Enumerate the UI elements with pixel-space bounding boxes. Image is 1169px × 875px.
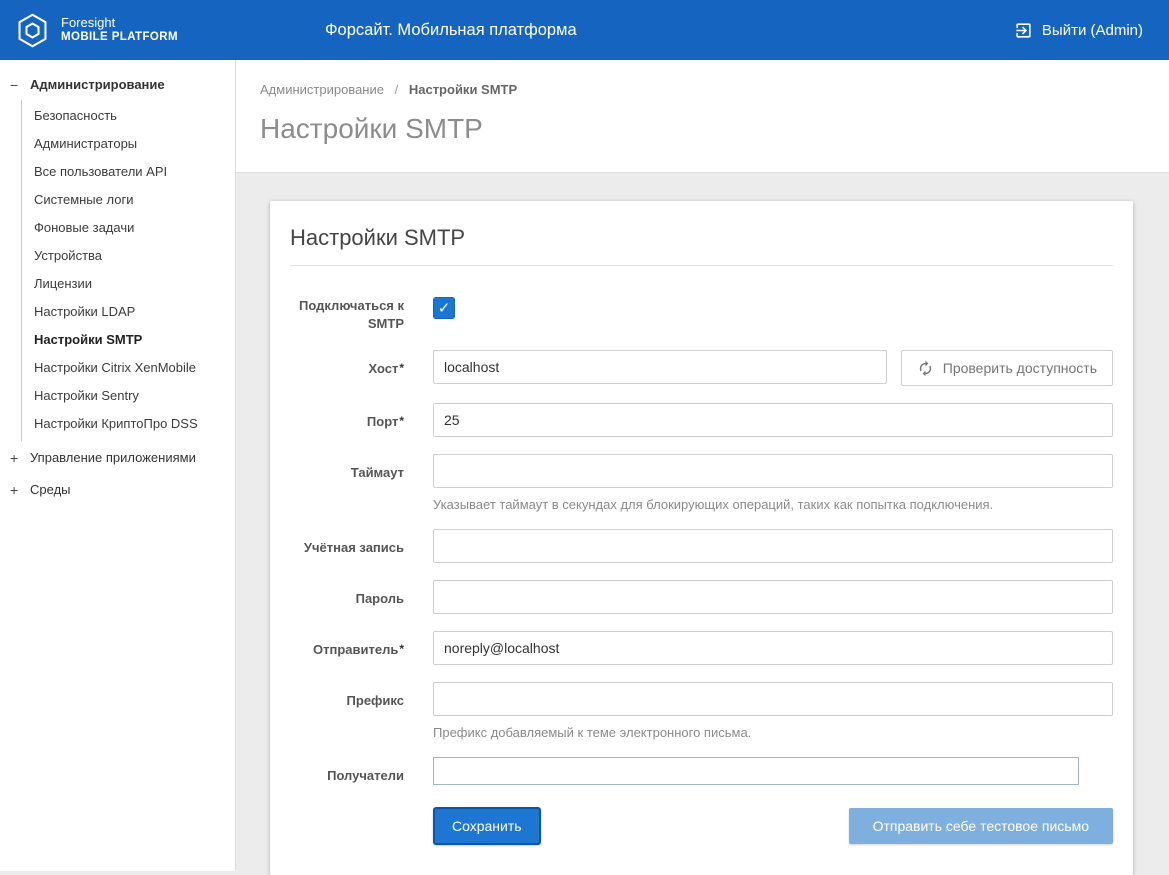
save-button[interactable]: Сохранить (433, 807, 541, 845)
prefix-label: Префикс (290, 682, 404, 740)
check-availability-button[interactable]: Проверить доступность (901, 350, 1113, 386)
topbar: Foresight MOBILE PLATFORM Форсайт. Мобил… (0, 0, 1169, 60)
sidebar-section-administration[interactable]: − Администрирование (0, 68, 235, 100)
breadcrumb-separator: / (395, 82, 399, 97)
account-label: Учётная запись (290, 529, 404, 563)
sender-label: Отправитель* (290, 631, 404, 665)
sidebar-item-sentry-settings[interactable]: Настройки Sentry (22, 381, 235, 409)
sender-input[interactable] (433, 631, 1113, 665)
host-input[interactable] (433, 350, 887, 384)
password-label: Пароль (290, 580, 404, 614)
sidebar-item-devices[interactable]: Устройства (22, 241, 235, 269)
app-title: Форсайт. Мобильная платформа (325, 21, 577, 40)
sidebar-item-security[interactable]: Безопасность (22, 101, 235, 129)
password-input[interactable] (433, 580, 1113, 614)
page-title: Настройки SMTP (260, 113, 1145, 145)
sidebar-item-ldap-settings[interactable]: Настройки LDAP (22, 297, 235, 325)
card-title: Настройки SMTP (290, 225, 1113, 266)
expand-icon[interactable]: + (10, 451, 25, 465)
port-input[interactable] (433, 403, 1113, 437)
timeout-input[interactable] (433, 454, 1113, 488)
smtp-connect-checkbox[interactable]: ✓ (433, 297, 455, 319)
logout-label: Выйти (Admin) (1042, 22, 1143, 39)
logout-button[interactable]: Выйти (Admin) (1014, 21, 1169, 40)
brand: Foresight MOBILE PLATFORM (0, 12, 178, 49)
sidebar-item-citrix-xenmobile-settings[interactable]: Настройки Citrix XenMobile (22, 353, 235, 381)
check-availability-label: Проверить доступность (943, 360, 1097, 376)
check-icon: ✓ (438, 299, 451, 317)
timeout-row: Таймаут Указывает таймаут в секундах для… (290, 454, 1113, 512)
required-asterisk: * (399, 361, 404, 375)
main-area: Администрирование / Настройки SMTP Настр… (236, 60, 1169, 871)
page-header: Администрирование / Настройки SMTP Настр… (236, 60, 1169, 173)
port-row: Порт* (290, 403, 1113, 437)
breadcrumb-current: Настройки SMTP (409, 82, 517, 97)
required-asterisk: * (399, 642, 404, 656)
required-asterisk: * (399, 414, 404, 428)
brand-name: Foresight (61, 15, 178, 31)
password-row: Пароль (290, 580, 1113, 614)
breadcrumb: Администрирование / Настройки SMTP (260, 82, 1145, 97)
collapse-icon[interactable]: − (10, 78, 25, 92)
breadcrumb-parent[interactable]: Администрирование (260, 82, 384, 97)
sidebar-item-smtp-settings[interactable]: Настройки SMTP (22, 325, 235, 353)
recipients-input[interactable] (433, 757, 1079, 785)
recipients-label: Получатели (290, 757, 404, 785)
sender-row: Отправитель* (290, 631, 1113, 665)
foresight-logo-icon (14, 12, 51, 49)
connect-smtp-row: Подключаться к SMTP ✓ (290, 292, 1113, 333)
refresh-icon (917, 360, 934, 377)
timeout-label: Таймаут (290, 454, 404, 512)
sidebar-section-label: Управление приложениями (30, 450, 196, 465)
prefix-input[interactable] (433, 682, 1113, 716)
expand-icon[interactable]: + (10, 483, 25, 497)
sidebar-item-cryptopro-dss-settings[interactable]: Настройки КриптоПро DSS (22, 409, 235, 437)
connect-smtp-label: Подключаться к SMTP (290, 292, 404, 333)
smtp-settings-card: Настройки SMTP Подключаться к SMTP ✓ (270, 201, 1133, 875)
sidebar: − Администрирование Безопасность Админис… (0, 60, 236, 871)
prefix-row: Префикс Префикс добавляемый к теме элект… (290, 682, 1113, 740)
sidebar-item-system-logs[interactable]: Системные логи (22, 185, 235, 213)
recipients-row: Получатели (290, 757, 1113, 785)
actions-row: Сохранить Отправить себе тестовое письмо (290, 803, 1113, 845)
sidebar-item-background-tasks[interactable]: Фоновые задачи (22, 213, 235, 241)
port-label: Порт* (290, 403, 404, 437)
send-test-email-button[interactable]: Отправить себе тестовое письмо (849, 808, 1113, 844)
host-label: Хост* (290, 350, 404, 386)
timeout-help-text: Указывает таймаут в секундах для блокиру… (433, 497, 1113, 512)
sidebar-item-administrators[interactable]: Администраторы (22, 129, 235, 157)
sidebar-section-app-management[interactable]: + Управление приложениями (0, 441, 235, 473)
administration-items: Безопасность Администраторы Все пользова… (21, 100, 235, 441)
account-row: Учётная запись (290, 529, 1113, 563)
prefix-help-text: Префикс добавляемый к теме электронного … (433, 725, 1113, 740)
sidebar-item-licenses[interactable]: Лицензии (22, 269, 235, 297)
sidebar-section-environments[interactable]: + Среды (0, 473, 235, 505)
sidebar-item-api-users[interactable]: Все пользователи API (22, 157, 235, 185)
host-row: Хост* Проверить доступност (290, 350, 1113, 386)
sidebar-section-label: Администрирование (30, 77, 165, 92)
content-area: Настройки SMTP Подключаться к SMTP ✓ (236, 173, 1169, 875)
logout-icon (1014, 21, 1033, 40)
sidebar-section-label: Среды (30, 482, 71, 497)
account-input[interactable] (433, 529, 1113, 563)
brand-subtitle: MOBILE PLATFORM (61, 31, 178, 45)
